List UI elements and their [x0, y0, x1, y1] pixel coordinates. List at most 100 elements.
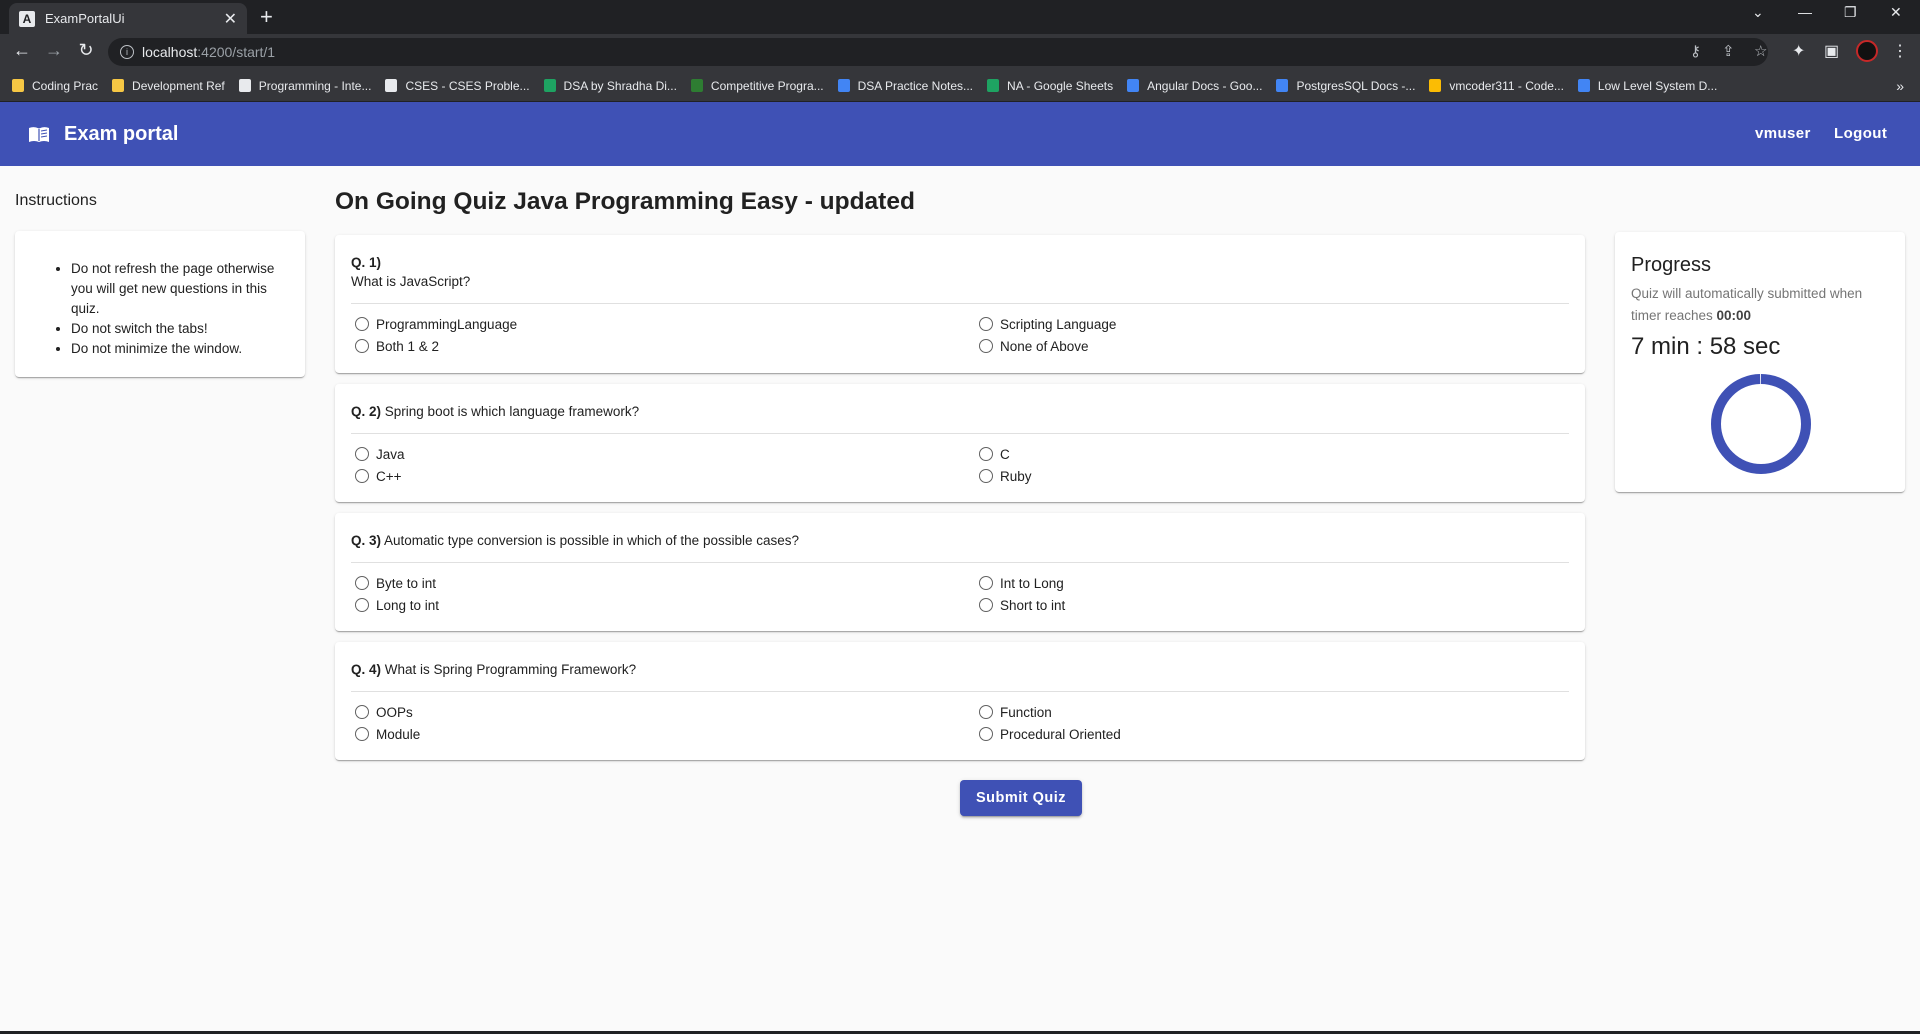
key-icon[interactable]: ⚷: [1690, 42, 1701, 60]
bookmarks-bar: Coding Prac Development Ref Programming - …: [0, 70, 1920, 102]
bookmark-item[interactable]: Programming - Inte...: [238, 79, 371, 93]
bookmark-item[interactable]: Development Ref: [112, 79, 225, 93]
option-radio[interactable]: Java: [351, 445, 975, 463]
bookmark-item[interactable]: Low Level System D...: [1577, 79, 1717, 93]
option-radio[interactable]: None of Above: [975, 337, 1575, 355]
bookmark-item[interactable]: PostgresSQL Docs -...: [1276, 79, 1415, 93]
option-radio[interactable]: C: [975, 445, 1575, 463]
question-card: Q. 2) Spring boot is which language fram…: [335, 384, 1585, 502]
radio-button[interactable]: [979, 727, 993, 741]
instruction-item: Do not refresh the page otherwise you wi…: [71, 259, 287, 319]
option-radio[interactable]: Short to int: [975, 596, 1575, 614]
info-icon[interactable]: i: [120, 45, 134, 59]
close-window-icon[interactable]: ✕: [1890, 4, 1902, 21]
tab-search-icon[interactable]: ⌄: [1752, 4, 1764, 21]
docs-icon: [1577, 79, 1590, 92]
progress-card: Progress Quiz will automatically submitt…: [1615, 232, 1905, 492]
option-label: Byte to int: [376, 575, 437, 591]
sheets-icon: [543, 79, 556, 92]
bookmark-item[interactable]: Angular Docs - Goo...: [1127, 79, 1262, 93]
radio-button[interactable]: [355, 705, 369, 719]
brand[interactable]: Exam portal: [28, 123, 178, 146]
restore-icon[interactable]: ❐: [1844, 4, 1857, 21]
reload-icon[interactable]: ↻: [74, 40, 98, 61]
bookmark-item[interactable]: DSA Practice Notes...: [837, 79, 973, 93]
radio-button[interactable]: [979, 705, 993, 719]
option-label: Scripting Language: [1000, 316, 1117, 332]
bookmark-label: CSES - CSES Proble...: [405, 78, 530, 93]
extensions-icon[interactable]: ✦: [1792, 41, 1805, 61]
profile-avatar[interactable]: [1856, 40, 1878, 62]
options-group: Byte to int Int to Long Long to int Shor…: [351, 563, 1569, 614]
site-icon: [690, 79, 703, 92]
more-bookmarks-icon[interactable]: »: [1896, 78, 1904, 94]
options-group: Java C C++ Ruby: [351, 434, 1569, 485]
user-link[interactable]: vmuser: [1755, 125, 1811, 142]
option-radio[interactable]: Module: [351, 725, 975, 743]
new-tab-icon[interactable]: +: [260, 4, 273, 30]
logout-link[interactable]: Logout: [1834, 125, 1887, 142]
option-radio[interactable]: Function: [975, 703, 1575, 721]
forward-icon[interactable]: →: [42, 40, 66, 61]
option-radio[interactable]: ProgrammingLanguage: [351, 315, 975, 333]
question-card: Q. 1) What is JavaScript? ProgrammingLan…: [335, 235, 1585, 373]
option-label: Long to int: [376, 597, 440, 613]
bookmark-label: NA - Google Sheets: [1007, 78, 1114, 93]
option-radio[interactable]: Int to Long: [975, 574, 1575, 592]
option-label: C++: [376, 468, 402, 484]
option-label: ProgrammingLanguage: [376, 316, 518, 332]
browser-tab[interactable]: A ExamPortalUi ✕: [9, 3, 247, 34]
question-text: What is JavaScript?: [351, 274, 471, 289]
option-label: Java: [376, 446, 405, 462]
option-label: OOPs: [376, 704, 413, 720]
option-label: Short to int: [1000, 597, 1066, 613]
radio-button[interactable]: [355, 469, 369, 483]
option-radio[interactable]: OOPs: [351, 703, 975, 721]
bookmark-star-icon[interactable]: ☆: [1754, 42, 1767, 60]
question-number: Q. 3): [351, 533, 382, 548]
radio-button[interactable]: [979, 576, 993, 590]
menu-kebab-icon[interactable]: ⋮: [1892, 41, 1908, 61]
option-radio[interactable]: Long to int: [351, 596, 975, 614]
bookmark-item[interactable]: CSES - CSES Proble...: [385, 78, 530, 93]
radio-button[interactable]: [355, 598, 369, 612]
radio-button[interactable]: [355, 576, 369, 590]
bookmark-label: Angular Docs - Goo...: [1147, 78, 1263, 93]
countdown-timer: 7 min : 58 sec: [1631, 333, 1781, 360]
bookmark-item[interactable]: Coding Prac: [12, 79, 98, 93]
side-panel-icon[interactable]: ▣: [1824, 41, 1839, 61]
question-card: Q. 4) What is Spring Programming Framewo…: [335, 642, 1585, 760]
bookmark-item[interactable]: vmcoder311 - Code...: [1429, 79, 1564, 93]
radio-button[interactable]: [355, 339, 369, 353]
back-icon[interactable]: ←: [10, 40, 34, 61]
close-tab-icon[interactable]: ✕: [224, 9, 237, 29]
option-radio[interactable]: C++: [351, 467, 975, 485]
option-radio[interactable]: Both 1 & 2: [351, 337, 975, 355]
bookmark-item[interactable]: NA - Google Sheets: [987, 79, 1113, 93]
bookmark-item[interactable]: DSA by Shradha Di...: [543, 79, 677, 93]
sheets-icon: [987, 79, 1000, 92]
minimize-icon[interactable]: —: [1798, 4, 1812, 20]
question-text: What is Spring Programming Framework?: [384, 662, 637, 677]
share-icon[interactable]: ⇪: [1722, 42, 1735, 60]
progress-subtitle: Quiz will automatically submitted when t…: [1631, 283, 1889, 327]
progress-spinner: [1711, 374, 1811, 474]
address-bar[interactable]: i localhost:4200/start/1: [108, 38, 1768, 66]
url-path: :4200/start/1: [197, 44, 276, 60]
option-radio[interactable]: Procedural Oriented: [975, 725, 1575, 743]
radio-button[interactable]: [355, 447, 369, 461]
bookmark-item[interactable]: Competitive Progra...: [690, 79, 824, 93]
radio-button[interactable]: [979, 339, 993, 353]
radio-button[interactable]: [979, 447, 993, 461]
submit-quiz-button[interactable]: Submit Quiz: [960, 780, 1082, 816]
question-header: Q. 3) Automatic type conversion is possi…: [351, 513, 1569, 550]
radio-button[interactable]: [979, 317, 993, 331]
option-radio[interactable]: Byte to int: [351, 574, 975, 592]
radio-button[interactable]: [979, 469, 993, 483]
option-radio[interactable]: Ruby: [975, 467, 1575, 485]
app-header: Exam portal vmuser Logout: [0, 102, 1920, 166]
radio-button[interactable]: [355, 727, 369, 741]
radio-button[interactable]: [979, 598, 993, 612]
radio-button[interactable]: [355, 317, 369, 331]
option-radio[interactable]: Scripting Language: [975, 315, 1575, 333]
